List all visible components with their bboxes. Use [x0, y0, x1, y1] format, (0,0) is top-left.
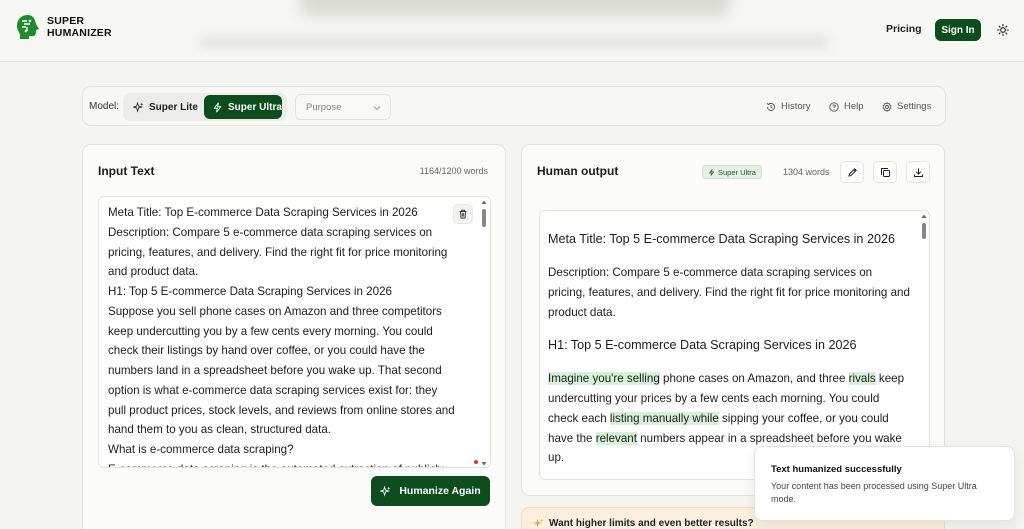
model-label: Model: — [89, 101, 120, 112]
humanize-again-label: Humanize Again — [399, 485, 481, 497]
success-toast[interactable]: Text humanized successfully Your content… — [754, 446, 1015, 521]
highlighted-phrase: Imagine you're selling — [548, 372, 660, 386]
output-panel: Human output Super Ultra 1304 words Meta… — [521, 144, 945, 496]
pricing-link[interactable]: Pricing — [886, 23, 922, 35]
sign-in-button[interactable]: Sign In — [935, 19, 981, 41]
input-line: pull product prices, stock levels, and r… — [108, 403, 455, 417]
purpose-placeholder: Purpose — [306, 101, 342, 113]
lightning-icon — [708, 168, 715, 176]
highlighted-phrase: listing manually while — [609, 411, 719, 425]
history-label: History — [781, 101, 811, 112]
history-icon — [766, 102, 775, 111]
humanize-again-button[interactable]: Humanize Again — [371, 476, 490, 506]
output-h1: H1: Top 5 E-commerce Data Scraping Servi… — [548, 338, 857, 353]
brand-name: SUPER HUMANIZER — [47, 15, 112, 39]
pencil-icon — [847, 167, 857, 177]
input-panel-title: Input Text — [98, 164, 155, 178]
download-icon — [913, 168, 923, 177]
download-output-button[interactable] — [906, 161, 930, 183]
input-line: and product data. — [108, 265, 199, 279]
brand-line2: HUMANIZER — [47, 27, 112, 39]
blurred-hero-subtitle — [200, 36, 830, 48]
output-text-span: phone cases on Amazon, and three — [659, 372, 849, 386]
help-icon — [829, 101, 839, 112]
sparkle-icon — [533, 518, 544, 528]
input-line: pricing, features, and delivery. Find th… — [108, 245, 448, 259]
highlighted-phrase: relevant — [595, 431, 637, 445]
toast-body: Your content has been processed using Su… — [771, 481, 977, 504]
sparkle-icon — [133, 101, 144, 113]
purpose-select[interactable]: Purpose — [295, 94, 391, 120]
settings-button[interactable]: Settings — [882, 101, 931, 112]
history-button[interactable]: History — [766, 101, 811, 112]
copy-icon — [880, 167, 890, 177]
input-line: numbers land in a spreadsheet before you… — [108, 364, 442, 377]
toast-title: Text humanized successfully — [771, 464, 902, 475]
input-line: keep undercutting you by a few cents eve… — [108, 324, 433, 338]
output-scrollbar[interactable] — [921, 213, 927, 479]
status-dot — [474, 460, 478, 464]
output-word-count: 1304 words — [783, 167, 830, 177]
theme-toggle-sun-icon[interactable] — [997, 24, 1009, 36]
model-super-lite-button[interactable]: Super Lite — [125, 95, 201, 119]
input-line: E-commerce data scraping is the automate… — [108, 460, 468, 467]
input-scrollbar[interactable] — [481, 199, 487, 467]
gear-icon — [882, 101, 892, 112]
top-header: SUPER HUMANIZER Pricing Sign In — [0, 0, 1024, 62]
input-line: Description: Compare 5 e-commerce data s… — [108, 225, 433, 239]
output-panel-title: Human output — [537, 164, 619, 178]
input-line: H1: Top 5 E-commerce Data Scraping Servi… — [108, 285, 392, 298]
input-line: option is what e-commerce data scraping … — [108, 383, 438, 397]
input-line: Meta Title: Top E-commerce Data Scraping… — [108, 206, 418, 219]
clear-input-button[interactable] — [453, 204, 473, 224]
model-super-lite-label: Super Lite — [149, 101, 198, 113]
lightning-icon — [213, 101, 222, 113]
model-super-ultra-label: Super Ultra — [228, 101, 282, 113]
input-line: What is e-commerce data scraping? — [108, 443, 294, 456]
logo-head-icon — [17, 15, 39, 39]
output-text-box[interactable]: Meta Title: Top 5 E-commerce Data Scrapi… — [539, 210, 930, 480]
trash-icon — [459, 209, 467, 219]
sparkle-icon — [380, 485, 391, 497]
model-toolbar: Model: Super Lite Super Ultra Purpose Hi… — [82, 86, 946, 126]
help-label: Help — [844, 101, 864, 112]
copy-output-button[interactable] — [873, 161, 897, 183]
model-badge-label: Super Ultra — [718, 167, 756, 177]
model-super-ultra-button[interactable]: Super Ultra — [204, 95, 282, 119]
settings-label: Settings — [897, 101, 932, 112]
brand-line1: SUPER — [47, 15, 85, 27]
model-selector: Super Lite Super Ultra — [123, 93, 287, 121]
model-badge: Super Ultra — [702, 165, 762, 179]
chevron-down-icon — [373, 106, 381, 111]
promo-text: Want higher limits and even better resul… — [549, 518, 754, 529]
brand-logo[interactable]: SUPER HUMANIZER — [14, 13, 112, 41]
edit-output-button[interactable] — [840, 161, 864, 183]
output-description: Description: Compare 5 e-commerce data s… — [548, 266, 910, 319]
input-line: hand them to you as clean, structured da… — [108, 423, 331, 437]
input-text-content: Meta Title: Top E-commerce Data Scraping… — [108, 203, 468, 467]
output-meta-title: Meta Title: Top 5 E-commerce Data Scrapi… — [548, 232, 895, 246]
blurred-hero-title — [300, 0, 730, 16]
input-word-count: 1164/1200 words — [419, 166, 488, 176]
input-panel: Input Text 1164/1200 words Meta Title: T… — [82, 144, 506, 529]
input-line: Suppose you sell phone cases on Amazon a… — [108, 304, 442, 318]
input-line: check their listings by hand over coffee… — [108, 344, 425, 358]
input-textarea[interactable]: Meta Title: Top E-commerce Data Scraping… — [98, 196, 491, 468]
highlighted-phrase: rivals — [848, 372, 876, 386]
output-text-content: Meta Title: Top 5 E-commerce Data Scrapi… — [548, 230, 910, 468]
help-button[interactable]: Help — [829, 101, 864, 112]
